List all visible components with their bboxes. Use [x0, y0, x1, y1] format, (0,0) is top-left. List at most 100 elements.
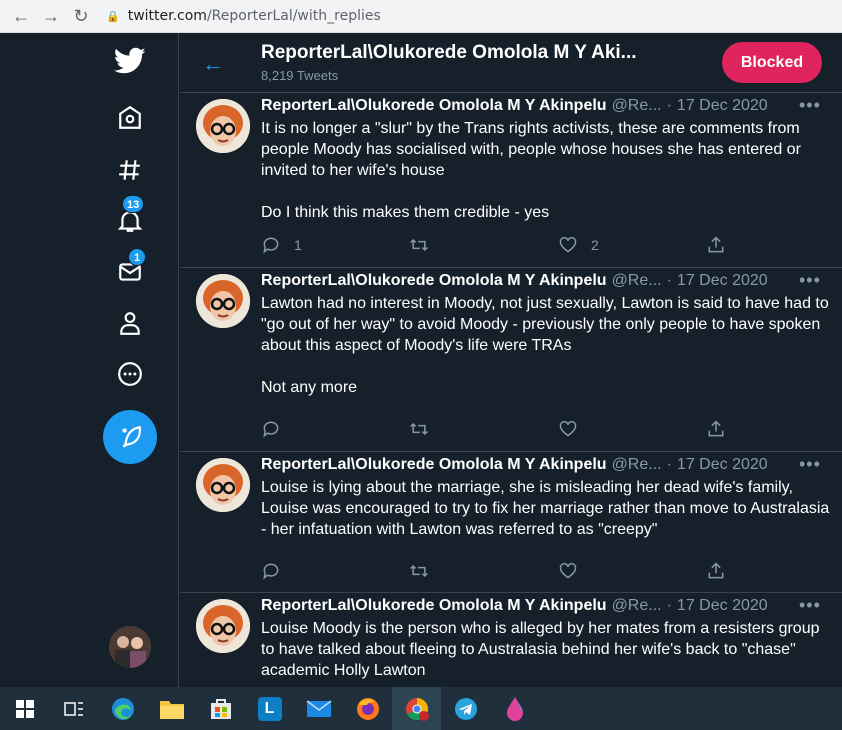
- profile-icon[interactable]: [110, 303, 150, 343]
- share-action[interactable]: [706, 561, 726, 581]
- task-view-icon[interactable]: [49, 687, 98, 730]
- tweet-author-handle[interactable]: @Re...: [612, 456, 662, 474]
- tweet-actions: [261, 419, 731, 441]
- more-icon[interactable]: •••: [799, 595, 821, 616]
- url-path: /ReporterLal/with_replies: [206, 8, 381, 24]
- forward-arrow-icon[interactable]: →: [36, 0, 66, 33]
- reply-action[interactable]: 1: [261, 235, 302, 255]
- more-icon[interactable]: •••: [799, 95, 821, 116]
- share-icon: [706, 561, 726, 581]
- tweet-author-handle[interactable]: @Re...: [612, 97, 662, 115]
- reply-icon: [261, 561, 281, 581]
- tweet-avatar[interactable]: [196, 99, 250, 153]
- notifications-bell-icon[interactable]: 13: [110, 195, 150, 241]
- tweet-avatar[interactable]: [196, 458, 250, 512]
- retweet-action[interactable]: [409, 561, 429, 581]
- tweet-count: 8,219 Tweets: [261, 68, 339, 83]
- tweet-date[interactable]: 17 Dec 2020: [677, 97, 768, 115]
- twitter-app: 13 1 ← ReporterLal\Olukorede Omolola M Y…: [0, 33, 842, 687]
- chrome-icon[interactable]: [392, 687, 441, 730]
- separator-dot: ·: [666, 97, 672, 114]
- profile-header: ← ReporterLal\Olukorede Omolola M Y Aki.…: [180, 33, 842, 93]
- messages-envelope-icon[interactable]: 1: [110, 248, 150, 292]
- tweet-author-name[interactable]: ReporterLal\Olukorede Omolola M Y Akinpe…: [261, 272, 607, 290]
- explore-hashtag-icon[interactable]: [110, 150, 150, 190]
- share-action[interactable]: [706, 235, 726, 255]
- profile-name-title: ReporterLal\Olukorede Omolola M Y Aki...: [261, 42, 637, 63]
- reply-icon: [261, 419, 281, 439]
- tweet-item[interactable]: ReporterLal\Olukorede Omolola M Y Akinpe…: [180, 268, 842, 452]
- like-action[interactable]: [558, 561, 578, 581]
- reply-icon: [261, 235, 281, 255]
- tweet-author-name[interactable]: ReporterLal\Olukorede Omolola M Y Akinpe…: [261, 456, 607, 474]
- reply-count: 1: [294, 237, 302, 253]
- share-icon: [706, 419, 726, 439]
- tweet-text: Louise Moody is the person who is allege…: [261, 620, 824, 679]
- compose-tweet-button[interactable]: [103, 410, 157, 464]
- like-action[interactable]: 2: [558, 235, 599, 255]
- tweet-author-name[interactable]: ReporterLal\Olukorede Omolola M Y Akinpe…: [261, 597, 607, 615]
- tweet-header: ReporterLal\Olukorede Omolola M Y Akinpe…: [261, 597, 768, 615]
- address-bar[interactable]: 🔒 twitter.com/ReporterLal/with_replies: [106, 8, 381, 24]
- tweet-date[interactable]: 17 Dec 2020: [677, 597, 768, 615]
- tweet-actions: [261, 561, 731, 583]
- tweet-header: ReporterLal\Olukorede Omolola M Y Akinpe…: [261, 456, 768, 474]
- tweet-item[interactable]: ReporterLal\Olukorede Omolola M Y Akinpe…: [180, 452, 842, 593]
- tweet-date[interactable]: 17 Dec 2020: [677, 272, 768, 290]
- tweet-actions: 12: [261, 235, 731, 257]
- tweet-author-handle[interactable]: @Re...: [612, 597, 662, 615]
- app-l-icon[interactable]: L: [245, 687, 294, 730]
- paint-drop-icon[interactable]: [490, 687, 539, 730]
- blocked-button[interactable]: Blocked: [722, 42, 822, 83]
- reply-action[interactable]: [261, 419, 281, 439]
- tweet-header: ReporterLal\Olukorede Omolola M Y Akinpe…: [261, 272, 768, 290]
- tweet-avatar[interactable]: [196, 599, 250, 653]
- share-icon: [706, 235, 726, 255]
- separator-dot: ·: [666, 597, 672, 614]
- home-icon[interactable]: [110, 98, 150, 138]
- separator-dot: ·: [666, 456, 672, 473]
- retweet-icon: [409, 235, 429, 255]
- lock-icon: 🔒: [106, 9, 120, 23]
- like-icon: [558, 235, 578, 255]
- tweet-author-name[interactable]: ReporterLal\Olukorede Omolola M Y Akinpe…: [261, 97, 607, 115]
- separator-dot: ·: [666, 272, 672, 289]
- like-action[interactable]: [558, 419, 578, 439]
- feather-plus-icon: [122, 426, 141, 448]
- tweet-item[interactable]: ReporterLal\Olukorede Omolola M Y Akinpe…: [180, 593, 842, 687]
- reply-action[interactable]: [261, 561, 281, 581]
- tweet-text: It is no longer a "slur" by the Trans ri…: [261, 120, 801, 221]
- mail-icon[interactable]: [294, 687, 343, 730]
- back-arrow-icon[interactable]: ←: [202, 51, 224, 77]
- notifications-badge: 13: [122, 195, 145, 213]
- url-host: twitter.com: [127, 8, 207, 24]
- share-action[interactable]: [706, 419, 726, 439]
- tweet-date[interactable]: 17 Dec 2020: [677, 456, 768, 474]
- windows-start-icon[interactable]: [0, 687, 49, 730]
- edge-browser-icon[interactable]: [98, 687, 147, 730]
- more-icon[interactable]: •••: [799, 270, 821, 291]
- reload-icon[interactable]: ↻: [66, 0, 96, 33]
- retweet-action[interactable]: [409, 419, 429, 439]
- twitter-logo-icon[interactable]: [110, 41, 150, 81]
- tweet-author-handle[interactable]: @Re...: [612, 272, 662, 290]
- more-options-icon[interactable]: [110, 354, 150, 394]
- file-explorer-icon[interactable]: [147, 687, 196, 730]
- messages-badge: 1: [128, 248, 146, 266]
- tweet-header: ReporterLal\Olukorede Omolola M Y Akinpe…: [261, 97, 768, 115]
- account-avatar[interactable]: [109, 626, 151, 668]
- microsoft-store-icon[interactable]: [196, 687, 245, 730]
- firefox-icon[interactable]: [343, 687, 392, 730]
- app-l-letter: L: [257, 696, 282, 721]
- windows-taskbar: L: [0, 687, 842, 730]
- like-icon: [558, 561, 578, 581]
- like-count: 2: [591, 237, 599, 253]
- telegram-icon[interactable]: [441, 687, 490, 730]
- more-icon[interactable]: •••: [799, 454, 821, 475]
- tweet-item[interactable]: ReporterLal\Olukorede Omolola M Y Akinpe…: [180, 93, 842, 268]
- sidebar: 13 1: [0, 33, 179, 687]
- browser-toolbar: ← → ↻ 🔒 twitter.com/ReporterLal/with_rep…: [0, 0, 842, 33]
- tweet-avatar[interactable]: [196, 274, 250, 328]
- retweet-action[interactable]: [409, 235, 429, 255]
- back-arrow-icon[interactable]: ←: [6, 0, 36, 33]
